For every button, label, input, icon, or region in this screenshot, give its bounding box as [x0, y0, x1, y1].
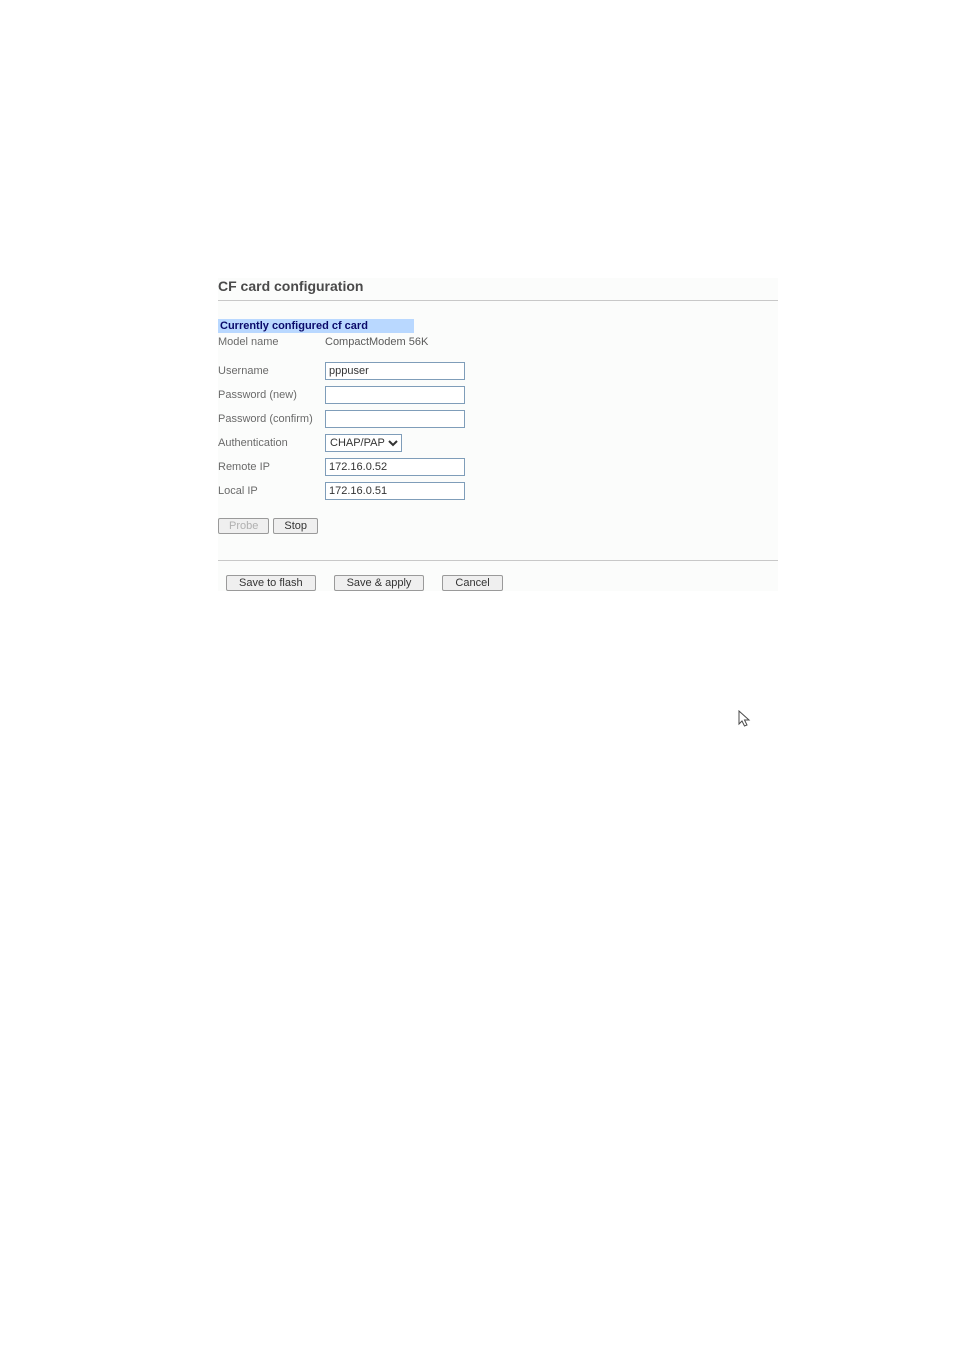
- authentication-label: Authentication: [218, 437, 325, 449]
- remote-ip-input[interactable]: [325, 458, 465, 476]
- authentication-select[interactable]: CHAP/PAP: [325, 434, 402, 452]
- remote-ip-label: Remote IP: [218, 461, 325, 473]
- password-confirm-input[interactable]: [325, 410, 465, 428]
- section-header: Currently configured cf card: [218, 319, 414, 333]
- password-new-input[interactable]: [325, 386, 465, 404]
- local-ip-label: Local IP: [218, 485, 325, 497]
- local-ip-row: Local IP: [218, 482, 778, 500]
- save-apply-button[interactable]: Save & apply: [334, 575, 425, 591]
- mouse-cursor-icon: [738, 710, 752, 730]
- panel-title: CF card configuration: [218, 278, 778, 301]
- local-ip-input[interactable]: [325, 482, 465, 500]
- password-new-label: Password (new): [218, 389, 325, 401]
- password-new-row: Password (new): [218, 386, 778, 404]
- username-input[interactable]: [325, 362, 465, 380]
- remote-ip-row: Remote IP: [218, 458, 778, 476]
- stop-button[interactable]: Stop: [273, 518, 318, 534]
- password-confirm-row: Password (confirm): [218, 410, 778, 428]
- model-name-row: Model name CompactModem 56K: [218, 336, 778, 348]
- cancel-button[interactable]: Cancel: [442, 575, 502, 591]
- authentication-row: Authentication CHAP/PAP: [218, 434, 778, 452]
- cf-card-config-panel: CF card configuration Currently configur…: [218, 278, 778, 591]
- divider: [218, 560, 778, 561]
- model-name-label: Model name: [218, 336, 325, 348]
- save-to-flash-button[interactable]: Save to flash: [226, 575, 316, 591]
- password-confirm-label: Password (confirm): [218, 413, 325, 425]
- bottom-button-row: Save to flash Save & apply Cancel: [226, 575, 778, 591]
- model-name-value: CompactModem 56K: [325, 336, 428, 348]
- username-row: Username: [218, 362, 778, 380]
- probe-button[interactable]: Probe: [218, 518, 269, 534]
- probe-stop-row: Probe Stop: [218, 518, 778, 534]
- username-label: Username: [218, 365, 325, 377]
